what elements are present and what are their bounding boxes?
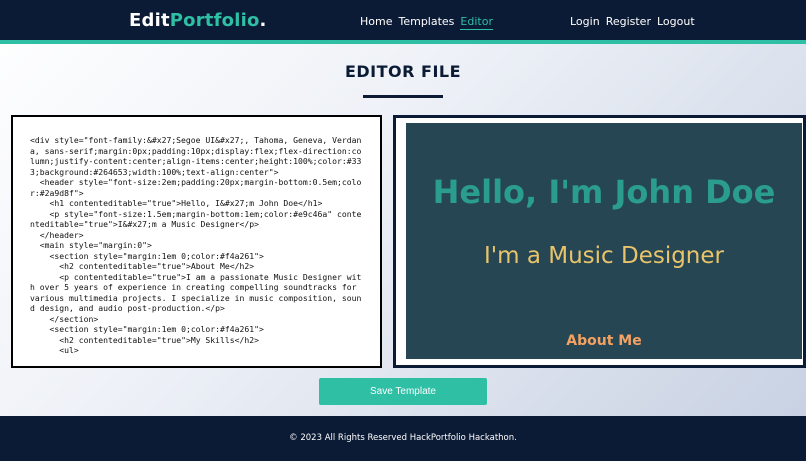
nav-editor-link[interactable]: Editor xyxy=(460,15,493,30)
site-logo[interactable]: EditPortfolio. xyxy=(129,10,267,31)
navbar: EditPortfolio. Home Templates Editor Log… xyxy=(0,0,806,44)
code-editor-panel[interactable]: <div style="font-family:&#x27;Segoe UI&#… xyxy=(11,115,382,368)
footer: © 2023 All Rights Reserved HackPortfolio… xyxy=(0,416,806,461)
page-title: EDITOR FILE xyxy=(344,62,462,81)
footer-copyright: © 2023 All Rights Reserved HackPortfolio… xyxy=(289,433,517,443)
main-nav: Home Templates Editor xyxy=(360,15,493,30)
preview-section-heading[interactable]: About Me xyxy=(406,333,802,349)
logo-primary-text: Edit xyxy=(129,10,170,31)
save-template-button[interactable]: Save Template xyxy=(319,378,487,405)
title-underline xyxy=(363,95,443,98)
logo-dot: . xyxy=(259,10,267,31)
auth-nav: Login Register Logout xyxy=(570,15,695,28)
nav-login-link[interactable]: Login xyxy=(570,15,600,28)
preview-heading[interactable]: Hello, I'm John Doe xyxy=(406,173,802,211)
nav-templates-link[interactable]: Templates xyxy=(398,15,454,30)
preview-canvas: Hello, I'm John Doe I'm a Music Designer… xyxy=(406,123,802,359)
preview-subtitle[interactable]: I'm a Music Designer xyxy=(406,243,802,269)
nav-home-link[interactable]: Home xyxy=(360,15,392,30)
logo-accent-text: Portfolio xyxy=(169,10,260,31)
preview-panel: Hello, I'm John Doe I'm a Music Designer… xyxy=(393,115,806,368)
code-editor-text[interactable]: <div style="font-family:&#x27;Segoe UI&#… xyxy=(30,135,366,356)
nav-register-link[interactable]: Register xyxy=(606,15,651,28)
nav-logout-link[interactable]: Logout xyxy=(657,15,695,28)
